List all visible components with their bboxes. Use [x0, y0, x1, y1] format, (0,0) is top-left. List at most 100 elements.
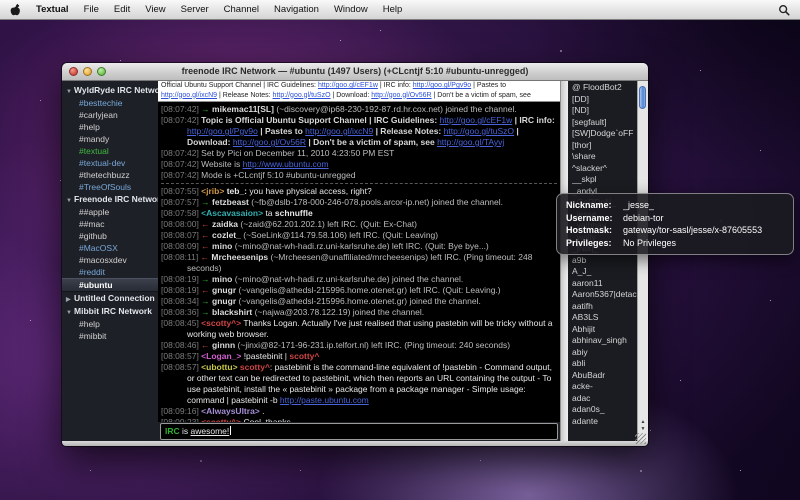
user-list-item[interactable]: [DD] [572, 94, 637, 106]
user-list-item[interactable]: aaron11 [572, 278, 637, 290]
chat-view: [08:07:42] → mikemac11[SL] (~discovery@i… [158, 102, 560, 422]
user-list-item[interactable]: AbuBadr [572, 370, 637, 382]
text-segment: Set by Pici on December 11, 2010 4:23:50… [201, 148, 394, 158]
title-bar[interactable]: freenode IRC Network — #ubuntu (1497 Use… [62, 63, 648, 81]
menu-channel[interactable]: Channel [224, 4, 259, 15]
sidebar-item-mibbit[interactable]: #mibbit [62, 330, 158, 342]
sidebar-item-ubuntu[interactable]: #ubuntu [62, 278, 158, 292]
user-list-item[interactable]: [thor] [572, 140, 637, 152]
link[interactable]: http://paste.ubuntu.com [280, 395, 369, 405]
sidebar-item-textual-dev[interactable]: #textual-dev [62, 157, 158, 169]
menu-textual[interactable]: Textual [36, 4, 69, 15]
apple-menu[interactable] [10, 3, 21, 16]
link[interactable]: http://goo.gl/cEF1w [440, 115, 513, 125]
text-segment: (~discovery@ip68-230-192-87.rd.hr.cox.ne… [276, 104, 516, 114]
user-list-item[interactable]: [SW]Dodge`oFF [572, 128, 637, 140]
spotlight-icon[interactable] [778, 4, 790, 16]
user-list-item[interactable]: Abhijit [572, 324, 637, 336]
user-list-scrollbar[interactable]: ▲▼ [637, 81, 648, 441]
menu-window[interactable]: Window [334, 4, 368, 15]
user-list-item[interactable]: acke- [572, 381, 637, 393]
link[interactable]: http://goo.gl/cEF1w [318, 82, 378, 89]
text-segment: [08:07:42] [161, 104, 201, 114]
text-segment: <Logan_> [201, 351, 241, 361]
sidebar-item-help[interactable]: #help [62, 121, 158, 133]
user-list-item[interactable]: AB3LS [572, 312, 637, 324]
menu-file[interactable]: File [84, 4, 99, 15]
user-list-item[interactable]: adan0s_ [572, 404, 637, 416]
user-list-item[interactable]: A_J_ [572, 266, 637, 278]
disclosure-triangle-icon[interactable]: ▼ [66, 195, 74, 206]
text-segment: | Release Notes: [373, 126, 443, 136]
text-segment: is [180, 426, 191, 436]
link[interactable]: http://goo.gl/ixcN9 [161, 92, 217, 99]
user-list-item[interactable]: ^slacker^ [572, 163, 637, 175]
sidebar-item-thetechbuzz[interactable]: #thetechbuzz [62, 169, 158, 181]
disclosure-triangle-icon[interactable]: ▶ [66, 294, 74, 305]
sidebar-item-apple[interactable]: ##apple [62, 206, 158, 218]
link[interactable]: http://www.ubuntu.com [243, 159, 329, 169]
menu-navigation[interactable]: Navigation [274, 4, 319, 15]
sidebar-item-carlyjean[interactable]: #carlyjean [62, 109, 158, 121]
scrollbar-thumb[interactable] [639, 86, 646, 109]
user-list-item[interactable]: __skpl [572, 174, 637, 186]
user-list-item[interactable]: abli [572, 358, 637, 370]
close-button[interactable] [69, 67, 78, 76]
link[interactable]: http://goo.gl/Ov56R [371, 92, 431, 99]
sidebar-item-github[interactable]: #github [62, 230, 158, 242]
user-list-item[interactable]: a9b [572, 255, 637, 267]
menu-view[interactable]: View [145, 4, 165, 15]
text-segment: [08:08:57] [161, 351, 201, 361]
disclosure-triangle-icon[interactable]: ▼ [66, 86, 74, 97]
chat-scrollbar[interactable] [560, 81, 568, 441]
sidebar-item-macosxdev[interactable]: #macosxdev [62, 254, 158, 266]
sidebar-item-reddit[interactable]: #reddit [62, 266, 158, 278]
zoom-button[interactable] [97, 67, 106, 76]
link[interactable]: http://goo.gl/tuSzO [444, 126, 514, 136]
user-list-item[interactable]: aatifh [572, 301, 637, 313]
sidebar-group[interactable]: ▶Untitled Connection [62, 292, 158, 305]
message-input[interactable]: IRC is awesome! [160, 423, 558, 440]
user-list-item[interactable]: \share [572, 151, 637, 163]
sidebar-group[interactable]: ▼Freenode IRC Network [62, 193, 158, 206]
user-list-item[interactable]: Aaron5367|detach [572, 289, 637, 301]
user-list-item[interactable]: adac [572, 393, 637, 405]
user-list-item[interactable]: [segfault] [572, 117, 637, 129]
menu-server[interactable]: Server [181, 4, 209, 15]
popover-row: Hostmask:gateway/tor-sasl/jesse/x-876055… [566, 224, 784, 237]
user-list-item[interactable]: abhinav_singh [572, 335, 637, 347]
sidebar-item-mac[interactable]: ##mac [62, 218, 158, 230]
user-list-item[interactable]: adante [572, 416, 637, 428]
sidebar-item-besttechie[interactable]: #besttechie [62, 97, 158, 109]
link[interactable]: http://goo.gl/tuSzO [273, 92, 331, 99]
apple-logo-icon [10, 3, 21, 16]
sidebar-item-textual[interactable]: #textual [62, 145, 158, 157]
sidebar-item-help[interactable]: #help [62, 318, 158, 330]
text-segment: ta [263, 208, 275, 218]
link[interactable]: http://goo.gl/Pgv9o [413, 82, 471, 89]
disclosure-triangle-icon[interactable]: ▼ [66, 307, 74, 318]
user-list-item[interactable]: @ FloodBot2 [572, 82, 637, 94]
chat-message: [08:08:57] <Logan_> !pastebinit | scotty… [161, 351, 557, 362]
link[interactable]: http://goo.gl/TAyvj [437, 137, 504, 147]
window-title: freenode IRC Network — #ubuntu (1497 Use… [62, 63, 648, 80]
sidebar-group[interactable]: ▼WyldRyde IRC Network [62, 84, 158, 97]
sidebar-item-MacOSX[interactable]: #MacOSX [62, 242, 158, 254]
sidebar-item-mandy[interactable]: #mandy [62, 133, 158, 145]
menu-edit[interactable]: Edit [114, 4, 130, 15]
link[interactable]: http://goo.gl/ixcN9 [305, 126, 373, 136]
popover-label: Nickname: [566, 199, 623, 212]
sidebar-group[interactable]: ▼Mibbit IRC Network [62, 305, 158, 318]
resize-grip[interactable] [635, 433, 646, 444]
scrollbar-arrows[interactable]: ▲▼ [638, 419, 648, 432]
user-list-item[interactable]: [ND] [572, 105, 637, 117]
text-segment: (~mino@nat-wh-hadi.rz.uni-karlsruhe.de) … [235, 274, 464, 284]
link[interactable]: http://goo.gl/Pgv9o [187, 126, 258, 136]
menu-help[interactable]: Help [383, 4, 403, 15]
user-info-popover: Nickname:_jesse_Username:debian-torHostm… [556, 193, 794, 255]
user-list-item[interactable]: abiy [572, 347, 637, 359]
sidebar-item-TreeOfSouls[interactable]: #TreeOfSouls [62, 181, 158, 193]
link[interactable]: http://goo.gl/Ov56R [233, 137, 306, 147]
chat-message: [08:08:36] → blackshirt (~najwa@203.78.1… [161, 307, 557, 318]
minimize-button[interactable] [83, 67, 92, 76]
